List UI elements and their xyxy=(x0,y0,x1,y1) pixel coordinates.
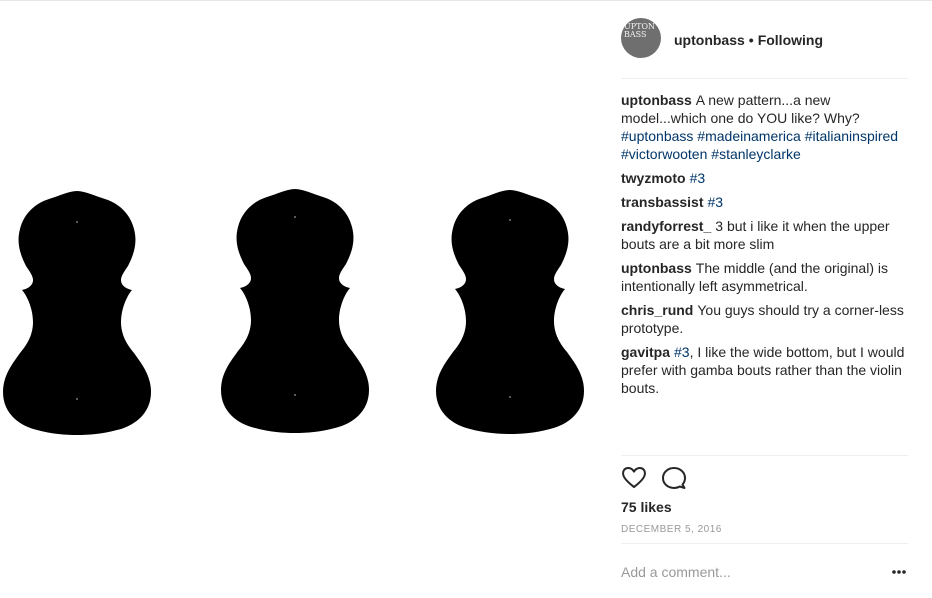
speech-bubble-icon[interactable] xyxy=(661,465,687,491)
hashtag-link[interactable]: #victorwooten xyxy=(621,146,707,162)
header-separator: • xyxy=(748,32,754,48)
comment-item: randyforrest_ 3 but i like it when the up… xyxy=(621,217,908,253)
comment-item: uptonbass A new pattern...a new model...w… xyxy=(621,91,908,163)
comment-item: gavitpa #3, I like the wide bottom, but I… xyxy=(621,343,908,397)
comment-username[interactable]: randyforrest_ xyxy=(621,218,711,234)
hashtag-link[interactable]: #italianinspired xyxy=(805,128,898,144)
comment-item: uptonbass The middle (and the original) i… xyxy=(621,259,908,295)
author-username[interactable]: uptonbass xyxy=(674,32,745,48)
comments-divider xyxy=(621,455,908,456)
post-date[interactable]: DECEMBER 5, 2016 xyxy=(621,524,722,535)
like-count[interactable]: 75 likes xyxy=(621,499,672,515)
avatar[interactable]: UPTON BASS xyxy=(621,18,661,58)
hashtag-link[interactable]: #stanleyclarke xyxy=(711,146,801,162)
comment-username[interactable]: chris_rund xyxy=(621,302,693,318)
comments-list: uptonbass A new pattern...a new model...w… xyxy=(621,91,908,403)
post-sidebar: UPTON BASS uptonbass • Following uptonbass… xyxy=(621,0,908,598)
hashtag-link[interactable]: #3 xyxy=(674,344,690,360)
comment-username[interactable]: uptonbass xyxy=(621,260,692,276)
input-divider xyxy=(621,543,908,544)
follow-button[interactable]: Following xyxy=(758,32,823,48)
hashtag-link[interactable]: #3 xyxy=(690,170,706,186)
heart-icon[interactable] xyxy=(621,465,647,491)
header-divider xyxy=(621,78,908,79)
bass-silhouette-2 xyxy=(221,189,369,433)
hashtag-link[interactable]: #3 xyxy=(707,194,723,210)
bass-silhouette-3 xyxy=(436,190,584,434)
comment-username[interactable]: uptonbass xyxy=(621,92,692,108)
bass-silhouette-1 xyxy=(3,191,151,435)
action-bar xyxy=(621,465,908,493)
comment-username[interactable]: transbassist xyxy=(621,194,703,210)
comment-username[interactable]: gavitpa xyxy=(621,344,670,360)
comment-item: chris_rund You guys should try a corner-l… xyxy=(621,301,908,337)
comment-item: transbassist #3 xyxy=(621,193,908,211)
bass-silhouettes-image xyxy=(3,189,584,435)
avatar-logo-text: UPTON BASS xyxy=(624,22,656,39)
add-comment-input[interactable] xyxy=(621,562,881,582)
comment-username[interactable]: twyzmoto xyxy=(621,170,686,186)
hashtag-link[interactable]: #madeinamerica xyxy=(697,128,801,144)
ellipsis-icon[interactable] xyxy=(889,563,909,581)
post-header: UPTON BASS uptonbass • Following xyxy=(621,18,908,62)
comment-item: twyzmoto #3 xyxy=(621,169,908,187)
hashtag-link[interactable]: #uptonbass xyxy=(621,128,693,144)
post-image[interactable] xyxy=(0,1,600,598)
header-text: uptonbass • Following xyxy=(674,32,823,48)
